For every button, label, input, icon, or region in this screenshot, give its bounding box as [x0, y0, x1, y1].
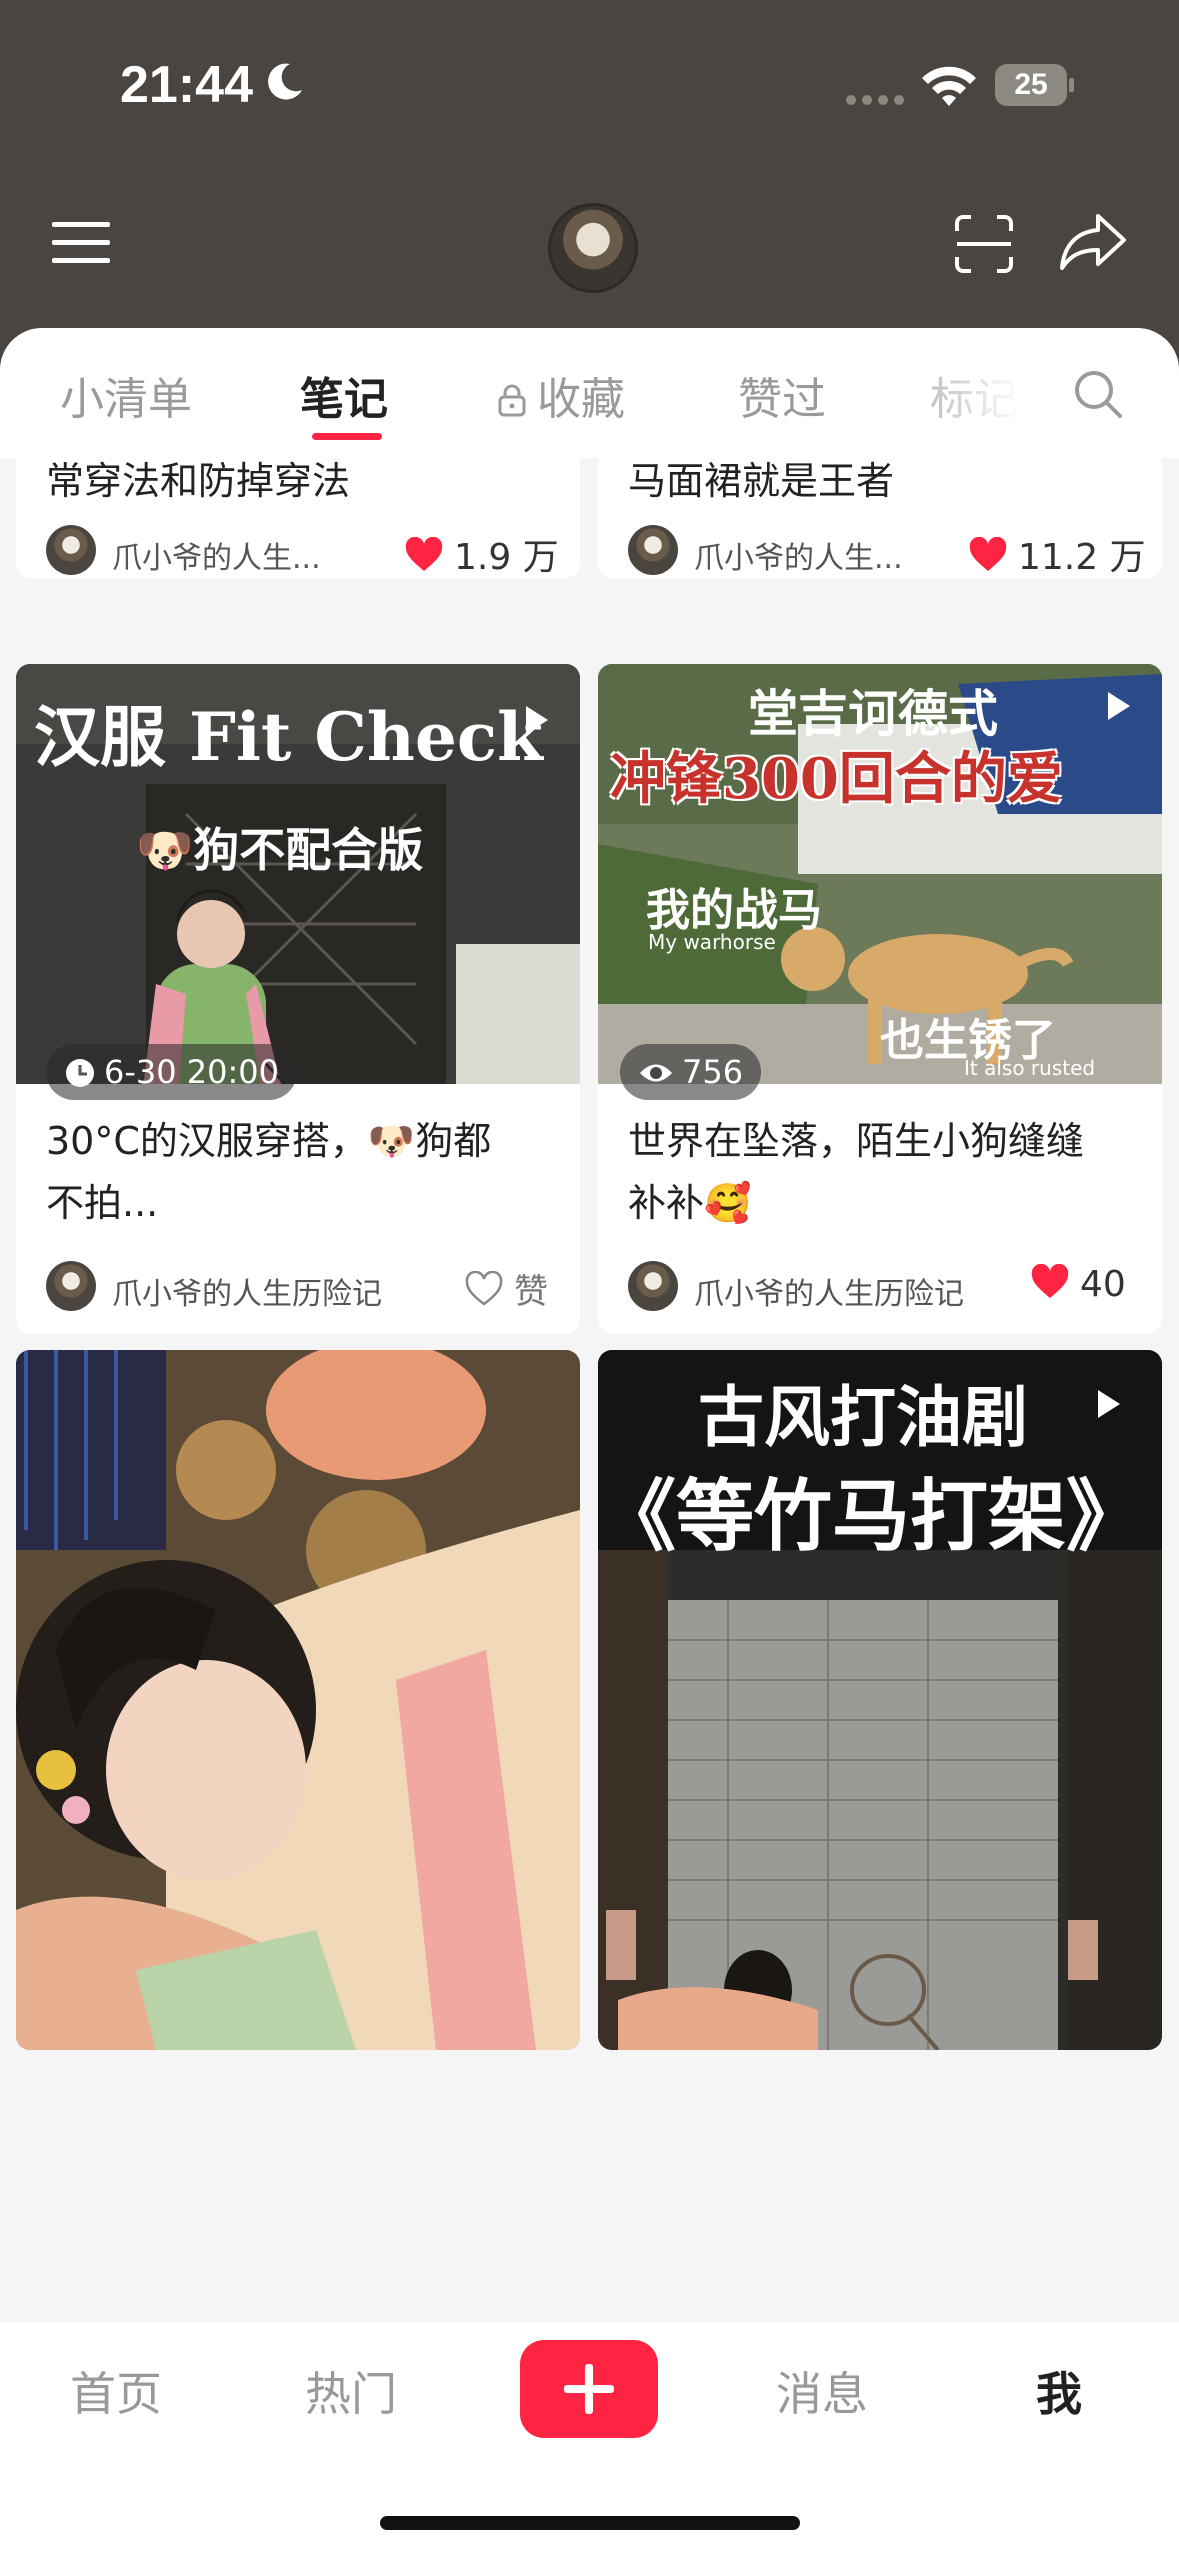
cover-caption-2-en: It also rusted [964, 1056, 1096, 1080]
note-card[interactable]: 古风打油剧 《等竹马打架》 [598, 1350, 1162, 2050]
cover-title: 古风打油剧 [698, 1378, 1028, 1456]
nav-trending[interactable]: 热门 [305, 2358, 397, 2424]
note-card[interactable] [16, 1350, 580, 2050]
signal-icon [846, 95, 904, 105]
tab-collections-label: 收藏 [537, 374, 625, 425]
create-post-button[interactable] [520, 2340, 658, 2438]
like-button[interactable]: 赞 [464, 1264, 548, 1313]
nav-me[interactable]: 我 [1036, 2358, 1082, 2424]
plus-icon [564, 2364, 614, 2414]
cover-image: 汉服 Fit Check 🐶狗不配合版 [16, 664, 580, 1084]
cover-subtitle: 冲锋300回合的爱 [610, 746, 1063, 812]
author-avatar [628, 525, 678, 575]
video-play-icon [526, 706, 548, 734]
battery-level: 25 [1014, 68, 1048, 101]
card-title: 常穿法和防掉穿法 [46, 459, 351, 503]
heart-filled-icon [969, 537, 1007, 571]
nav-home[interactable]: 首页 [70, 2358, 162, 2424]
cover-caption: 我的战马 [646, 885, 822, 936]
nav-messages[interactable]: 消息 [776, 2358, 868, 2424]
status-bar: 21:44 25 [0, 0, 1179, 170]
like-count[interactable]: 40 [1030, 1264, 1126, 1305]
like-count[interactable]: 1.9 万 [404, 528, 559, 578]
cover-image: 堂吉诃德式 冲锋300回合的爱 我的战马 My warhorse 也生锈了 It… [598, 664, 1162, 1084]
cover-title: 汉服 Fit Check [34, 698, 543, 776]
battery-icon: 25 [995, 64, 1075, 106]
cover-subtitle: 🐶狗不配合版 [136, 823, 424, 877]
search-icon[interactable] [1072, 368, 1124, 420]
home-indicator [380, 2516, 800, 2530]
card-title: 世界在坠落，陌生小狗缝缝 [628, 1119, 1085, 1163]
card-title-line2: 补补🥰 [628, 1181, 752, 1225]
tab-bar: 小清单 笔记 收藏 赞过 标记 [0, 328, 1179, 458]
wifi-icon [922, 66, 976, 106]
card-title-line2: 不拍... [46, 1181, 159, 1225]
like-count-value: 1.9 万 [454, 537, 559, 578]
status-time: 21:44 [120, 56, 253, 114]
author-name: 爪小爷的人生... [112, 541, 321, 576]
video-play-icon [1098, 1390, 1120, 1418]
heart-outline-icon [465, 1271, 503, 1306]
cover-subtitle: 《等竹马打架》 [598, 1471, 1145, 1562]
moon-icon [268, 63, 302, 100]
tab-fade [870, 348, 1050, 448]
author-name: 爪小爷的人生历险记 [112, 1277, 382, 1312]
cover-photo [16, 1350, 580, 2050]
tab-notes[interactable]: 笔记 [300, 363, 388, 427]
heart-filled-icon [405, 537, 443, 571]
author-avatar [46, 525, 96, 575]
menu-icon[interactable] [50, 218, 112, 268]
content-sheet: 小清单 笔记 收藏 赞过 标记 常穿法和防掉穿法 爪小爷的人生... 1.9 万… [0, 328, 1179, 2556]
active-tab-indicator [312, 433, 382, 440]
card-title: 马面裙就是王者 [628, 459, 895, 503]
heart-filled-icon [1031, 1264, 1069, 1298]
note-card[interactable]: 汉服 Fit Check 🐶狗不配合版 6-30 20:00 30°C的汉服穿搭… [16, 664, 580, 1334]
author-avatar [46, 1261, 96, 1311]
note-card[interactable]: 常穿法和防掉穿法 爪小爷的人生... 1.9 万 [16, 458, 580, 578]
clock-icon [66, 1059, 94, 1087]
like-label: 赞 [514, 1272, 548, 1312]
like-count-value: 40 [1080, 1264, 1126, 1305]
share-icon[interactable] [1058, 210, 1128, 272]
tab-liked[interactable]: 赞过 [738, 363, 826, 427]
author-avatar [628, 1261, 678, 1311]
views-badge: 756 [620, 1044, 762, 1100]
lock-icon [498, 384, 526, 417]
card-title: 30°C的汉服穿搭，🐶狗都 [46, 1119, 492, 1163]
like-count-value: 11.2 万 [1018, 537, 1146, 578]
scan-icon[interactable] [953, 213, 1015, 275]
schedule-badge: 6-30 20:00 [46, 1044, 298, 1100]
author-name: 爪小爷的人生... [694, 541, 903, 576]
video-play-icon [1108, 692, 1130, 720]
note-card[interactable]: 堂吉诃德式 冲锋300回合的爱 我的战马 My warhorse 也生锈了 It… [598, 664, 1162, 1334]
views-count: 756 [682, 1053, 744, 1091]
note-card[interactable]: 马面裙就是王者 爪小爷的人生... 11.2 万 [598, 458, 1162, 578]
cover-caption-en: My warhorse [648, 930, 776, 954]
eye-icon [640, 1064, 672, 1082]
tab-collections[interactable]: 收藏 [495, 363, 625, 427]
profile-avatar[interactable] [548, 203, 638, 293]
schedule-time: 6-30 20:00 [104, 1053, 280, 1091]
tab-checklist[interactable]: 小清单 [60, 363, 192, 427]
author-name: 爪小爷的人生历险记 [694, 1277, 964, 1312]
like-count[interactable]: 11.2 万 [968, 528, 1146, 578]
